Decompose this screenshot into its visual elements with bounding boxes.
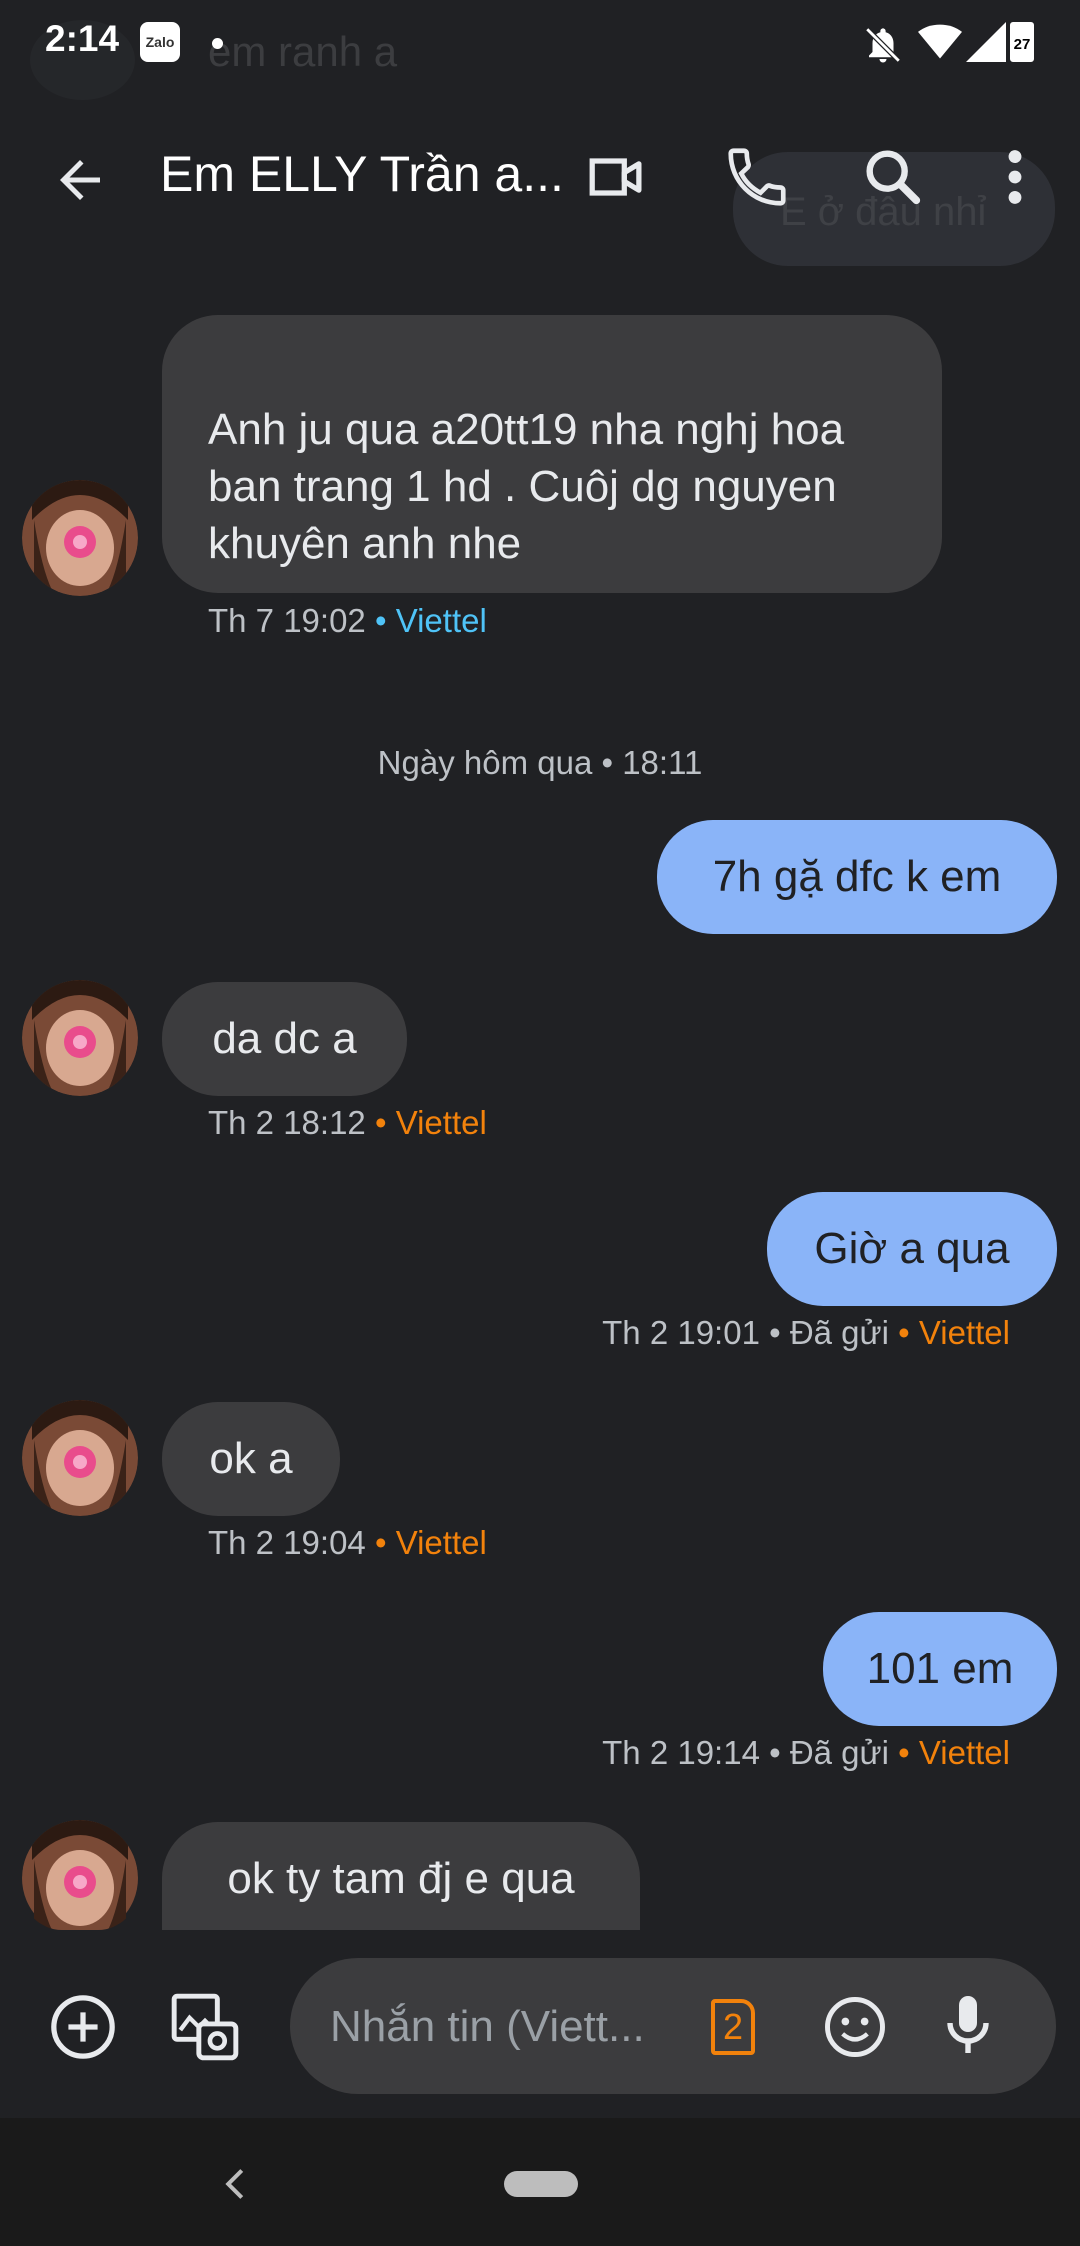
message-text: Giờ a qua [814,1224,1010,1273]
message-bubble-incoming[interactable]: da dc a [162,982,407,1096]
video-call-icon[interactable] [582,142,652,212]
message-text: da dc a [212,1014,357,1063]
message-text: Anh ju qua a20tt19 nha nghj hoa ban tran… [208,405,845,568]
message-input-placeholder[interactable]: Nhắn tin (Viett... [330,2002,645,2052]
bullet: • [898,1314,910,1351]
message-time: Th 2 19:14 [602,1734,760,1771]
message-text: ok ty tam đj e qua [227,1854,575,1903]
sent-status: Đã gửi [789,1734,889,1771]
date-separator: Ngày hôm qua • 18:11 [377,744,703,781]
search-icon[interactable] [858,142,928,212]
message-meta: Th 7 19:02 • Viettel [208,602,487,640]
message-meta: Th 2 19:04 • Viettel [208,1524,487,1562]
message-text: 7h gặ dfc k em [712,852,1002,901]
back-arrow-icon[interactable] [50,150,110,210]
more-options-icon[interactable] [995,142,1035,212]
message-time: Th 7 19:02 [208,602,366,639]
battery-icon: 27 [1010,22,1034,62]
bullet: • [374,602,387,639]
contact-avatar[interactable] [22,480,138,596]
avatar-image [22,480,138,596]
contact-avatar[interactable] [22,1400,138,1516]
phone-icon[interactable] [722,142,792,212]
avatar-image [22,1400,138,1516]
signal-icon [966,22,1006,62]
message-meta: Th 2 18:12 • Viettel [208,1104,487,1142]
carrier-label: Viettel [395,1104,487,1141]
message-bubble-outgoing[interactable]: 7h gặ dfc k em [657,820,1057,934]
bullet: • [769,1314,781,1351]
carrier-label: Viettel [918,1734,1010,1771]
sim-number: 2 [722,2006,744,2047]
carrier-label: Viettel [395,602,487,639]
message-time: Th 2 18:12 [208,1104,366,1141]
emoji-icon[interactable] [822,1994,888,2060]
gallery-camera-icon[interactable] [168,1990,242,2064]
nav-back-icon[interactable] [222,2166,248,2202]
zalo-icon: Zalo [140,22,180,62]
contact-avatar[interactable] [22,1820,138,1930]
conversation-title[interactable]: Em ELLY Trần a... [160,145,564,203]
microphone-icon[interactable] [940,1990,996,2062]
message-text: ok a [209,1434,293,1483]
bullet: • [769,1734,781,1771]
wifi-icon [918,24,962,59]
mute-bell-icon [865,27,901,63]
carrier-label: Viettel [918,1314,1010,1351]
message-meta: Th 2 19:14 • Đã gửi • Viettel [602,1734,1010,1772]
message-bubble-outgoing[interactable]: Giờ a qua [767,1192,1057,1306]
message-bubble-outgoing[interactable]: 101 em [823,1612,1057,1726]
avatar-image [22,980,138,1096]
bullet: • [374,1524,387,1561]
message-text: 101 em [866,1644,1014,1693]
avatar-image [22,1820,138,1930]
bullet: • [898,1734,910,1771]
message-time: Th 2 19:01 [602,1314,760,1351]
add-icon[interactable] [48,1992,118,2062]
notification-dot-icon [212,38,223,49]
carrier-label: Viettel [395,1524,487,1561]
message-bubble-incoming[interactable]: ok ty tam đj e qua [162,1822,640,1930]
message-time: Th 2 19:04 [208,1524,366,1561]
sent-status: Đã gửi [789,1314,889,1351]
message-meta: Th 2 19:01 • Đã gửi • Viettel [602,1314,1010,1352]
home-pill[interactable] [504,2171,578,2197]
status-time: 2:14 [45,18,120,59]
status-bar: 2:14 Zalo 27 [0,0,1080,90]
message-bubble-incoming[interactable]: ok a [162,1402,340,1516]
contact-avatar[interactable] [22,980,138,1096]
sim-selector-icon[interactable]: 2 [711,1999,755,2055]
bullet: • [374,1104,387,1141]
message-bubble-incoming[interactable]: Anh ju qua a20tt19 nha nghj hoa ban tran… [162,315,942,593]
